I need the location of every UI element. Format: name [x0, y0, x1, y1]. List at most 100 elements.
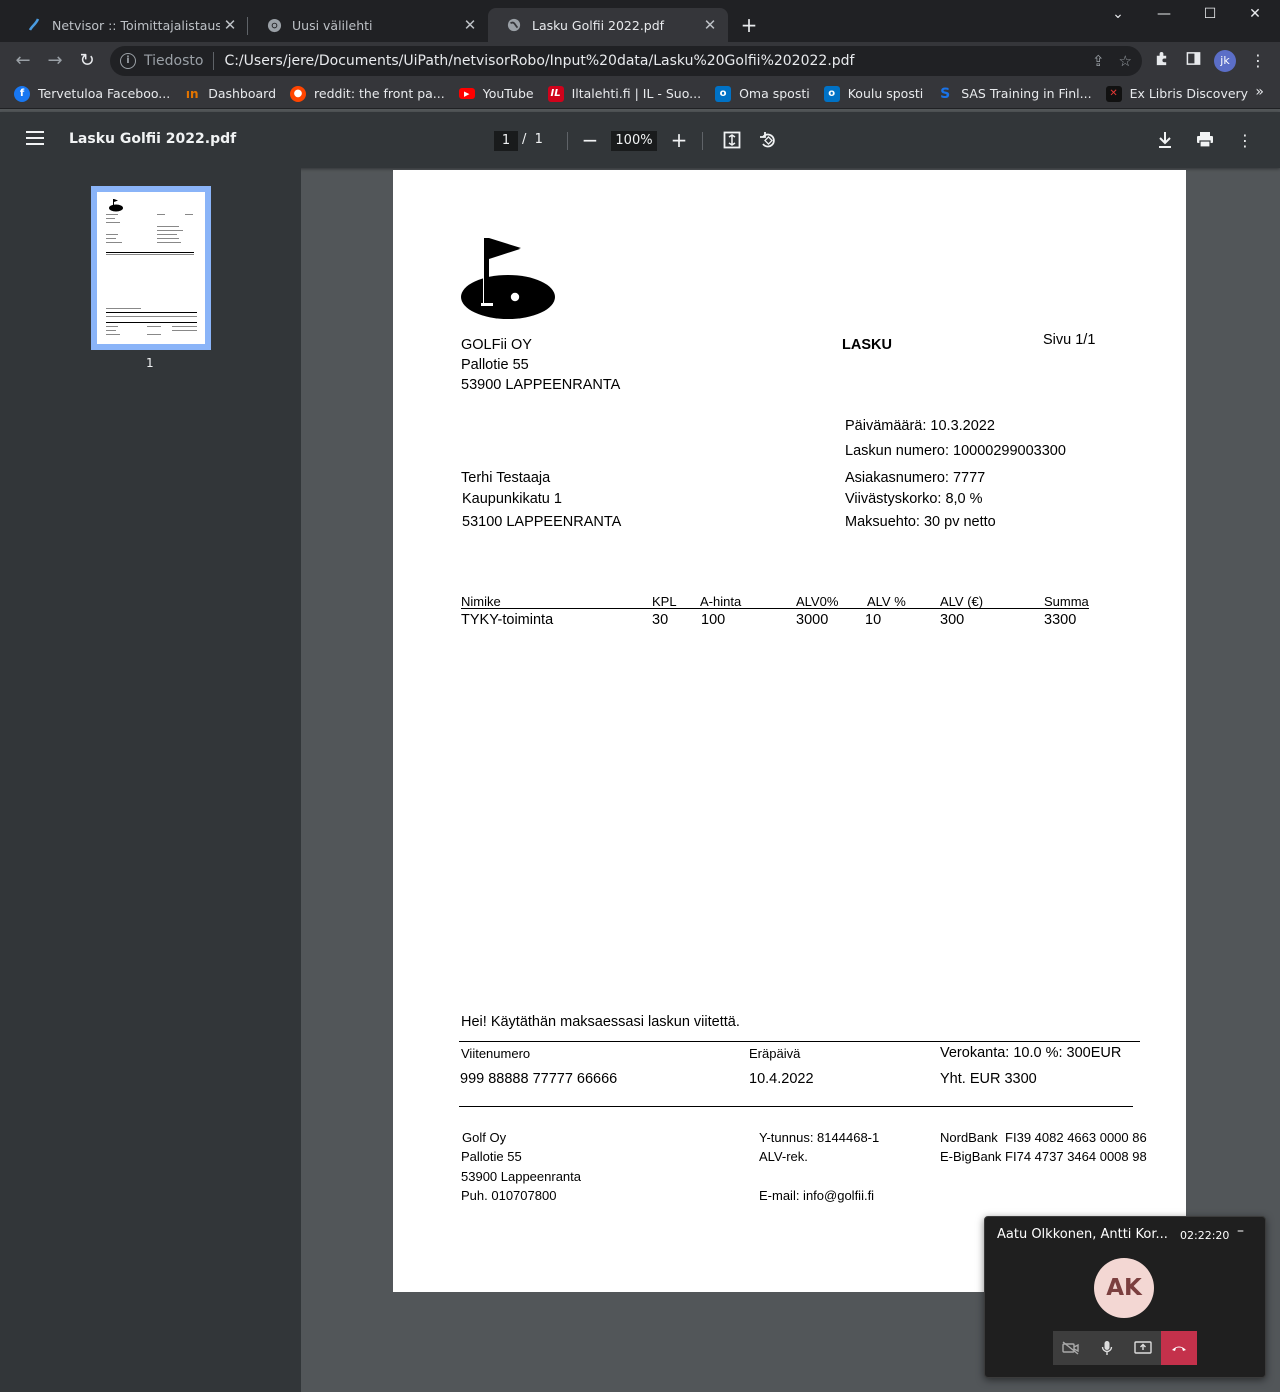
bookmark-label: YouTube: [482, 86, 534, 101]
table-header-rule: [461, 608, 1089, 609]
invoice-title: LASKU: [842, 337, 892, 353]
back-button[interactable]: ←: [12, 50, 34, 72]
minimize-call-icon[interactable]: –: [1237, 1223, 1244, 1239]
page-info: Sivu 1/1: [1043, 332, 1096, 348]
call-participants: Aatu Olkkonen, Antti Kor...: [997, 1227, 1167, 1242]
bookmark-label: Iltalehti.fi | IL - Suo...: [571, 86, 702, 101]
minimize-button[interactable]: —: [1149, 6, 1179, 22]
new-tab-button[interactable]: +: [738, 14, 760, 36]
toolbar-divider: [567, 132, 568, 150]
participant-avatar: AK: [1094, 1258, 1154, 1318]
customer-number: Asiakasnumero: 7777: [845, 470, 986, 486]
camera-off-icon[interactable]: [1053, 1331, 1089, 1365]
bookmarks-bar: f Tervetuloa Faceboo... ın Dashboard ● r…: [0, 79, 1280, 109]
payment-terms: Maksuehto: 30 pv netto: [845, 514, 996, 530]
teams-call-widget[interactable]: Aatu Olkkonen, Antti Kor... 02:22:20 – A…: [984, 1216, 1266, 1378]
tab-netvisor[interactable]: Netvisor :: Toimittajalistaus ✕: [8, 8, 248, 42]
close-tab-icon[interactable]: ✕: [460, 16, 480, 34]
maximize-button[interactable]: ☐: [1195, 6, 1225, 22]
bookmark-facebook[interactable]: f Tervetuloa Faceboo...: [14, 85, 170, 102]
profile-avatar[interactable]: jk: [1214, 50, 1236, 72]
more-options-icon[interactable]: ⋮: [1234, 131, 1256, 150]
microphone-icon[interactable]: [1089, 1331, 1125, 1365]
side-panel-icon[interactable]: [1182, 51, 1204, 70]
rotate-icon[interactable]: [757, 131, 779, 153]
footer-email: E-mail: info@golfii.fi: [759, 1188, 875, 1203]
browser-menu-icon[interactable]: ⋮: [1247, 51, 1269, 70]
row-kpl: 30: [652, 612, 669, 628]
col-header-summa: Summa: [1044, 594, 1089, 609]
tab-search-icon[interactable]: ⌄: [1103, 6, 1133, 22]
close-tab-icon[interactable]: ✕: [220, 16, 240, 34]
bookmark-youtube[interactable]: ▶ YouTube: [458, 86, 534, 101]
page-number-input[interactable]: 1: [494, 131, 518, 151]
tab-strip: Netvisor :: Toimittajalistaus ✕ Uusi väl…: [0, 0, 1280, 42]
call-duration: 02:22:20: [1180, 1229, 1230, 1242]
close-window-button[interactable]: ✕: [1240, 6, 1270, 22]
bookmark-label: Ex Libris Discovery: [1129, 86, 1249, 101]
tab-pdf[interactable]: Lasku Golfii 2022.pdf ✕: [488, 8, 728, 42]
customer-city: 53100 LAPPEENRANTA: [462, 514, 622, 530]
footer-phone: Puh. 010707800: [461, 1188, 557, 1203]
tab-title: Uusi välilehti: [292, 17, 373, 33]
share-icon[interactable]: ⇪: [1092, 52, 1105, 70]
menu-icon[interactable]: [26, 131, 44, 149]
row-summa: 3300: [1044, 612, 1077, 628]
due-date-label: Eräpäivä: [749, 1046, 801, 1061]
tab-new-tab[interactable]: Uusi välilehti ✕: [248, 8, 488, 42]
bookmark-sas[interactable]: S SAS Training in Finl...: [937, 86, 1091, 102]
thumbnail-page-number: 1: [146, 356, 154, 370]
hang-up-icon[interactable]: [1161, 1331, 1197, 1365]
browser-toolbar: ← → ↻ i Tiedosto C:/Users/jere/Documents…: [0, 42, 1280, 79]
more-bookmarks-icon[interactable]: »: [1255, 84, 1264, 100]
netvisor-icon: [26, 17, 42, 33]
bookmark-koulu-sposti[interactable]: o Koulu sposti: [823, 85, 923, 102]
payment-bottom-rule: [459, 1106, 1133, 1107]
print-icon[interactable]: [1194, 131, 1216, 152]
col-header-kpl: KPL: [652, 594, 677, 609]
due-date: 10.4.2022: [749, 1071, 814, 1087]
share-screen-icon[interactable]: [1125, 1331, 1161, 1365]
close-tab-icon[interactable]: ✕: [700, 16, 720, 34]
reload-button[interactable]: ↻: [76, 50, 98, 72]
url-text[interactable]: C:/Users/jere/Documents/UiPath/netvisorR…: [224, 53, 854, 69]
address-bar[interactable]: i Tiedosto C:/Users/jere/Documents/UiPat…: [110, 46, 1142, 76]
youtube-icon: ▶: [458, 88, 475, 99]
footer-company: Golf Oy: [462, 1130, 507, 1145]
facebook-icon: f: [14, 85, 30, 102]
total-pages: 1: [534, 132, 543, 147]
invoice-number: Laskun numero: 10000299003300: [845, 443, 1066, 459]
footer-business-id: Y-tunnus: 8144468-1: [759, 1130, 880, 1145]
scheme-label: Tiedosto: [144, 53, 204, 69]
reference-number: 999 88888 77777 66666: [460, 1071, 618, 1087]
bookmark-oma-sposti[interactable]: o Oma sposti: [715, 85, 810, 102]
zoom-out-button[interactable]: −: [579, 129, 601, 151]
page-thumbnail[interactable]: [91, 186, 211, 350]
company-city: 53900 LAPPEENRANTA: [461, 377, 621, 393]
download-icon[interactable]: [1154, 131, 1176, 153]
fit-page-icon[interactable]: [721, 131, 743, 153]
bookmark-reddit[interactable]: ● reddit: the front pa...: [290, 85, 445, 102]
bookmark-exlibris[interactable]: ✕ Ex Libris Discovery: [1105, 85, 1249, 102]
bookmark-label: Dashboard: [208, 86, 277, 101]
col-header-alv0: ALV0%: [796, 594, 839, 609]
bookmark-star-icon[interactable]: ☆: [1119, 52, 1132, 70]
bookmark-dashboard[interactable]: ın Dashboard: [184, 86, 276, 102]
total-amount: Yht. EUR 3300: [940, 1071, 1037, 1087]
bookmark-iltalehti[interactable]: IL Iltalehti.fi | IL - Suo...: [547, 85, 702, 102]
extensions-icon[interactable]: [1150, 51, 1172, 70]
customer-street: Kaupunkikatu 1: [462, 491, 562, 507]
thumbnail-page: [97, 192, 205, 344]
late-interest: Viivästyskorko: 8,0 %: [845, 491, 983, 507]
tax-rate: Verokanta: 10.0 %: 300EUR: [940, 1045, 1122, 1061]
zoom-input[interactable]: 100%: [611, 131, 657, 151]
invoice-date: Päivämäärä: 10.3.2022: [845, 418, 995, 434]
zoom-in-button[interactable]: +: [668, 129, 690, 151]
col-header-alv-eur: ALV (€): [940, 594, 984, 609]
iltalehti-icon: IL: [547, 85, 564, 102]
pdf-page: GOLFii OY Pallotie 55 53900 LAPPEENRANTA…: [393, 170, 1186, 1292]
tab-title: Lasku Golfii 2022.pdf: [532, 17, 665, 33]
forward-button[interactable]: →: [44, 50, 66, 72]
row-nimike: TYKY-toiminta: [461, 612, 554, 628]
info-icon[interactable]: i: [120, 53, 136, 69]
